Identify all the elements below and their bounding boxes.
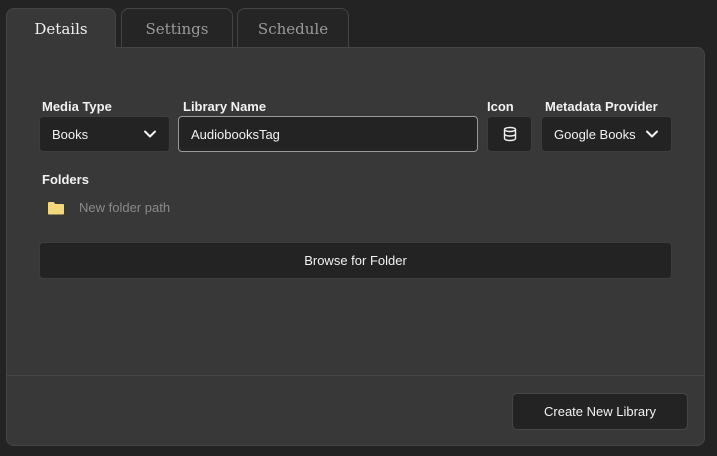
new-folder-path-placeholder: New folder path [79, 200, 171, 215]
chevron-down-icon [646, 130, 658, 138]
folder-icon [48, 201, 64, 214]
database-icon [503, 126, 516, 142]
library-name-input[interactable] [178, 116, 478, 152]
library-name-label: Library Name [183, 99, 267, 114]
icon-label: Icon [487, 99, 514, 114]
media-type-value: Books [52, 126, 89, 142]
chevron-down-icon [144, 130, 156, 138]
media-type-select[interactable]: Books [39, 116, 170, 152]
browse-for-folder-button[interactable]: Browse for Folder [39, 242, 672, 279]
icon-picker-button[interactable] [487, 116, 532, 152]
create-new-library-button[interactable]: Create New Library [512, 393, 688, 430]
media-type-label: Media Type [42, 99, 112, 114]
metadata-provider-label: Metadata Provider [545, 99, 658, 114]
tab-schedule[interactable]: Schedule [237, 8, 349, 48]
tab-settings[interactable]: Settings [121, 8, 233, 48]
tab-details[interactable]: Details [6, 8, 116, 49]
folders-label: Folders [42, 172, 89, 187]
footer-divider [7, 375, 704, 376]
details-panel: Media Type Books Library Name Icon Metad… [6, 47, 705, 446]
metadata-provider-value: Google Books [554, 126, 636, 142]
metadata-provider-select[interactable]: Google Books [541, 116, 672, 152]
new-folder-row[interactable]: New folder path [47, 200, 170, 215]
